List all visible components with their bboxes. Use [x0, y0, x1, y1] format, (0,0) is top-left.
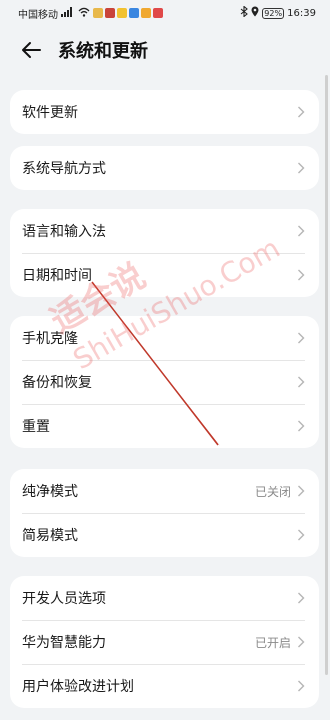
list-item-developer-options[interactable]: 开发人员选项: [10, 576, 319, 620]
status-value: 已开启: [254, 635, 291, 650]
list-item-user-experience[interactable]: 用户体验改进计划: [10, 664, 319, 708]
bluetooth-icon: [240, 5, 249, 20]
carrier-label: 中国移动: [18, 9, 58, 21]
list-item-system-navigation[interactable]: 系统导航方式: [10, 146, 319, 190]
status-bar: 中国移动 92% 16:39: [0, 0, 330, 26]
row-label: 日期和时间: [22, 268, 92, 284]
list-item-reset[interactable]: 重置: [10, 404, 319, 448]
card-navigation: 系统导航方式: [10, 146, 319, 190]
chevron-right-icon: [297, 592, 305, 604]
row-label: 简易模式: [22, 528, 78, 544]
list-item-backup-restore[interactable]: 备份和恢复: [10, 360, 319, 404]
status-value: 已关闭: [254, 484, 291, 499]
list-item-software-update[interactable]: 软件更新: [10, 90, 319, 134]
row-label: 纯净模式: [22, 484, 78, 500]
row-label: 备份和恢复: [22, 375, 92, 391]
notification-app-icon: [105, 8, 115, 18]
row-label: 开发人员选项: [22, 591, 106, 607]
card-software-update: 软件更新: [10, 90, 319, 134]
chevron-right-icon: [297, 420, 305, 432]
battery-indicator: 92%: [262, 7, 285, 19]
row-label: 系统导航方式: [22, 161, 106, 177]
notification-app-icon: [153, 8, 163, 18]
chevron-right-icon: [297, 332, 305, 344]
chevron-right-icon: [297, 162, 305, 174]
chevron-right-icon: [297, 269, 305, 281]
status-left: 中国移动: [18, 6, 163, 21]
card-pure-simple-mode: 纯净模式 已关闭 简易模式: [10, 469, 319, 557]
chevron-right-icon: [297, 485, 305, 497]
row-label: 手机克隆: [22, 331, 78, 347]
list-item-language-input[interactable]: 语言和输入法: [10, 209, 319, 253]
chevron-right-icon: [297, 529, 305, 541]
signal-icon: [61, 6, 75, 20]
notification-app-icon: [93, 8, 103, 18]
notification-app-icon: [129, 8, 139, 18]
header: 系统和更新: [0, 30, 330, 70]
chevron-right-icon: [297, 680, 305, 692]
location-icon: [251, 6, 259, 20]
row-label: 华为智慧能力: [22, 635, 106, 651]
notification-app-icon: [141, 8, 151, 18]
list-item-date-time[interactable]: 日期和时间: [10, 253, 319, 297]
list-item-pure-mode[interactable]: 纯净模式 已关闭: [10, 469, 319, 513]
back-arrow-icon: [22, 42, 41, 58]
list-item-huawei-ai[interactable]: 华为智慧能力 已开启: [10, 620, 319, 664]
chevron-right-icon: [297, 225, 305, 237]
wifi-icon: [78, 7, 90, 20]
chevron-right-icon: [297, 376, 305, 388]
row-label: 语言和输入法: [22, 224, 106, 240]
notification-app-icon: [117, 8, 127, 18]
chevron-right-icon: [297, 636, 305, 648]
status-right: 92% 16:39: [240, 5, 316, 20]
scrollbar[interactable]: [325, 75, 328, 675]
notification-app-icons: [93, 8, 163, 18]
back-button[interactable]: [16, 35, 46, 65]
row-label: 软件更新: [22, 105, 78, 121]
clock: 16:39: [287, 7, 316, 19]
list-item-phone-clone[interactable]: 手机克隆: [10, 316, 319, 360]
list-item-simple-mode[interactable]: 简易模式: [10, 513, 319, 557]
card-developer-ai-ux: 开发人员选项 华为智慧能力 已开启 用户体验改进计划: [10, 576, 319, 708]
row-label: 用户体验改进计划: [22, 679, 134, 695]
card-clone-backup-reset: 手机克隆 备份和恢复 重置: [10, 316, 319, 448]
page-title: 系统和更新: [58, 41, 148, 62]
row-label: 重置: [22, 419, 50, 435]
card-language-date: 语言和输入法 日期和时间: [10, 209, 319, 297]
chevron-right-icon: [297, 106, 305, 118]
